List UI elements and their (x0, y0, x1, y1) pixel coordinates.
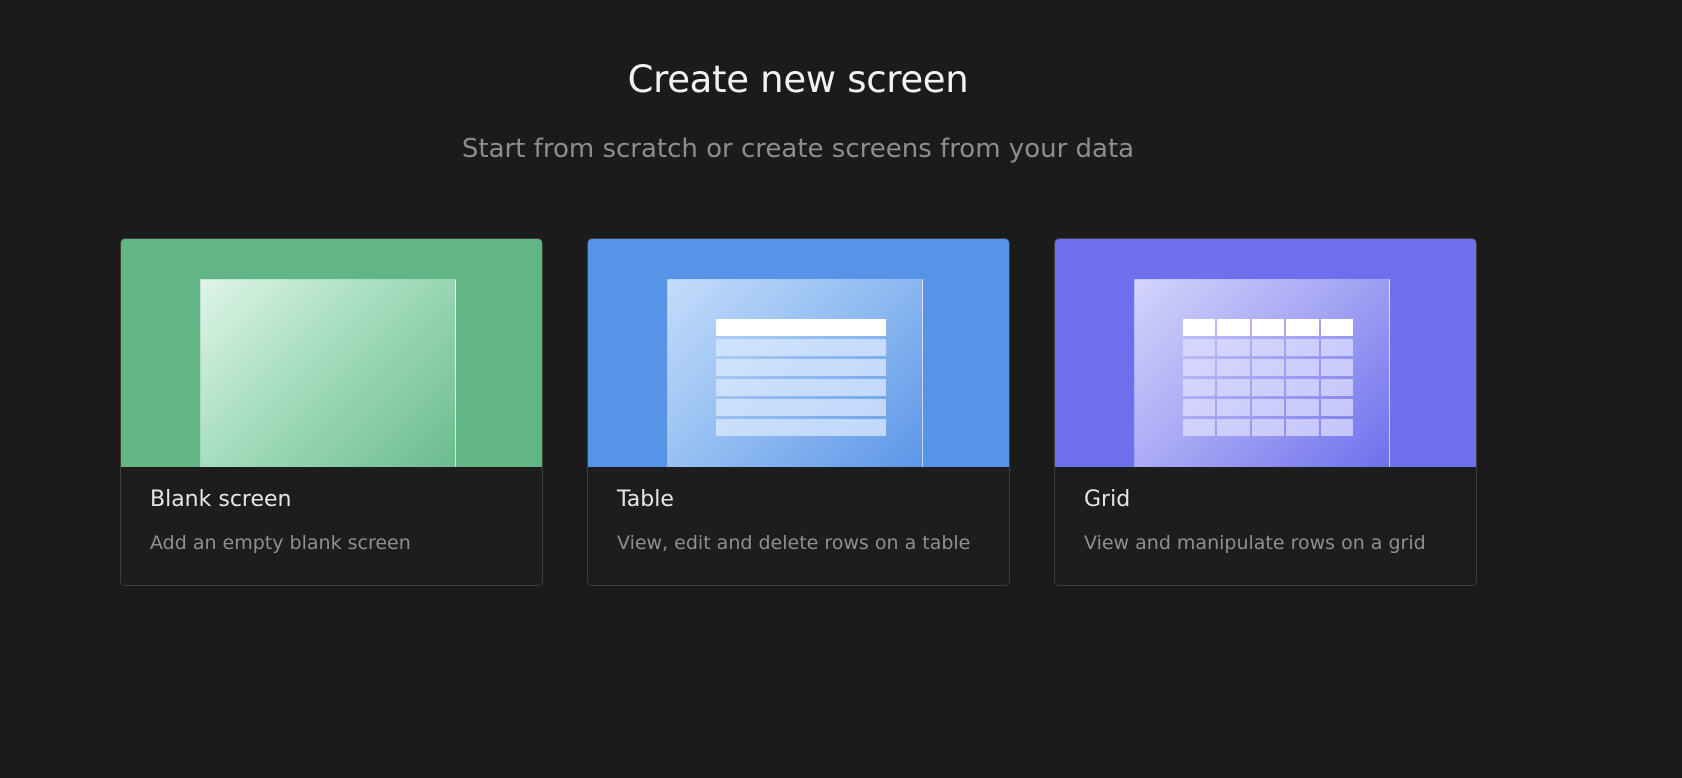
card-title: Blank screen (150, 487, 292, 512)
grid-screen-icon (1134, 279, 1390, 467)
mini-table-header-row (716, 319, 886, 336)
card-body: Table View, edit and delete rows on a ta… (588, 467, 1009, 554)
card-description: View and manipulate rows on a grid (1084, 532, 1426, 554)
mini-grid-cell (1183, 399, 1216, 416)
mini-grid-cell (1286, 399, 1319, 416)
grid-screen-card[interactable]: Grid View and manipulate rows on a grid (1054, 238, 1477, 586)
mini-grid-cell (1183, 379, 1216, 396)
mini-table (716, 319, 886, 439)
mini-grid-cell (1286, 359, 1319, 376)
mini-table-row (716, 339, 886, 356)
mini-table-row (716, 379, 886, 396)
mini-grid-header-cell (1286, 319, 1319, 336)
mini-grid-cell (1320, 359, 1353, 376)
mini-grid-cell (1217, 419, 1250, 436)
card-title: Table (617, 487, 674, 512)
card-description: View, edit and delete rows on a table (617, 532, 971, 554)
mini-grid-cell (1286, 339, 1319, 356)
mini-grid-cell (1286, 379, 1319, 396)
mini-grid-cell (1320, 399, 1353, 416)
screen-template-list: Blank screen Add an empty blank screen T… (120, 238, 1477, 586)
mini-grid-header-cell (1251, 319, 1285, 336)
mini-grid (1183, 319, 1353, 436)
table-screen-icon (667, 279, 923, 467)
grid-screen-preview (1055, 239, 1476, 467)
mini-grid-header-cell (1217, 319, 1250, 336)
mini-grid-header-cell (1183, 319, 1216, 336)
blank-screen-preview (121, 239, 542, 467)
blank-screen-card[interactable]: Blank screen Add an empty blank screen (120, 238, 543, 586)
mini-grid-cell (1217, 399, 1250, 416)
card-body: Blank screen Add an empty blank screen (121, 467, 542, 554)
mini-grid-cell (1217, 379, 1250, 396)
page-title: Create new screen (627, 58, 969, 101)
page-subtitle: Start from scratch or create screens fro… (461, 134, 1135, 164)
mini-grid-header-cell (1320, 319, 1353, 336)
mini-grid-cell (1183, 359, 1216, 376)
mini-table-row (716, 419, 886, 436)
mini-table-row (716, 399, 886, 416)
mini-grid-cell (1251, 399, 1285, 416)
mini-grid-cell (1320, 339, 1353, 356)
table-screen-card[interactable]: Table View, edit and delete rows on a ta… (587, 238, 1010, 586)
card-title: Grid (1084, 487, 1131, 512)
table-screen-preview (588, 239, 1009, 467)
mini-grid-cell (1320, 419, 1353, 436)
card-description: Add an empty blank screen (150, 532, 411, 554)
mini-grid-cell (1251, 359, 1285, 376)
mini-grid-cell (1320, 379, 1353, 396)
card-body: Grid View and manipulate rows on a grid (1055, 467, 1476, 554)
mini-grid-cell (1251, 379, 1285, 396)
mini-grid-cell (1183, 339, 1216, 356)
mini-grid-cell (1251, 339, 1285, 356)
mini-table-row (716, 359, 886, 376)
mini-grid-cell (1251, 419, 1285, 436)
mini-grid-cell (1217, 359, 1250, 376)
mini-grid-cell (1286, 419, 1319, 436)
mini-grid-cell (1217, 339, 1250, 356)
blank-screen-icon (200, 279, 456, 467)
mini-grid-cell (1183, 419, 1216, 436)
